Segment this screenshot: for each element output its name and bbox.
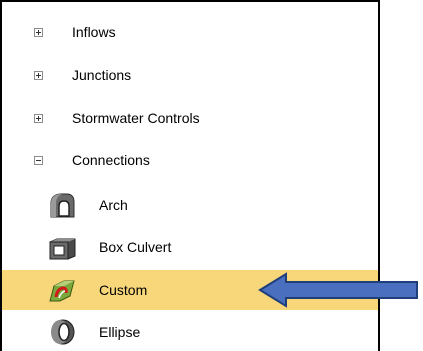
tree-group-junctions[interactable]: Junctions — [2, 55, 378, 95]
expand-plus-icon[interactable] — [34, 27, 43, 37]
ellipse-conduit-icon — [51, 319, 75, 345]
tree-group-label: Connections — [72, 152, 150, 168]
tree-item-arch[interactable]: Arch — [2, 185, 378, 225]
tree-item-label: Box Culvert — [99, 239, 172, 255]
tree-group-label: Inflows — [72, 24, 116, 40]
tree-group-stormwater-controls[interactable]: Stormwater Controls — [2, 98, 378, 138]
tree-item-label: Ellipse — [99, 324, 141, 340]
tree-item-box-culvert[interactable]: Box Culvert — [2, 227, 378, 267]
arch-conduit-icon — [50, 193, 75, 218]
tree-group-connections[interactable]: Connections — [2, 140, 378, 180]
tree-item-label: Custom — [99, 282, 148, 298]
pointer-arrow-icon — [258, 272, 418, 308]
custom-shape-icon — [49, 280, 75, 302]
expand-plus-icon[interactable] — [34, 70, 43, 80]
tree-item-ellipse[interactable]: Ellipse — [2, 312, 378, 351]
collapse-minus-icon[interactable] — [34, 155, 43, 165]
tree-group-label: Junctions — [72, 67, 132, 83]
tree-group-label: Stormwater Controls — [72, 110, 200, 126]
screenshot-stage: Inflows Junctions Stormwater Controls Co… — [0, 0, 423, 351]
tree-group-inflows[interactable]: Inflows — [2, 12, 378, 52]
expand-plus-icon[interactable] — [34, 113, 43, 123]
box-culvert-icon — [49, 238, 76, 260]
tree-item-label: Arch — [99, 197, 128, 213]
